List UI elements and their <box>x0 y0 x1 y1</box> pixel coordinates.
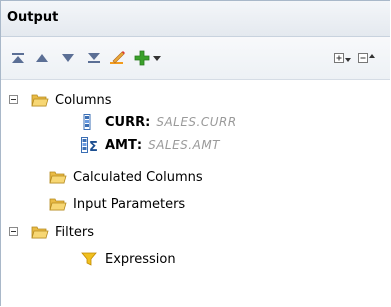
measure-column-icon: Σ <box>81 137 98 153</box>
tree-node-columns[interactable]: Columns <box>31 90 112 110</box>
plus-icon <box>134 50 150 66</box>
column-separator: : <box>145 114 151 130</box>
collapse-all-button[interactable] <box>357 50 377 66</box>
tree-node-column-curr[interactable]: CURR : SALES.CURR <box>83 112 237 132</box>
tree-node-column-amt[interactable]: Σ AMT : SALES.AMT <box>81 135 220 155</box>
tree-node-label: Calculated Columns <box>73 169 203 185</box>
add-button[interactable] <box>133 50 151 66</box>
tree-node-label: Filters <box>55 224 94 240</box>
column-source: SALES.AMT <box>148 138 220 152</box>
tree-node-label: Expression <box>105 251 176 267</box>
folder-open-icon <box>31 94 49 107</box>
collapse-all-icon <box>358 53 375 63</box>
column-name: AMT <box>105 137 137 153</box>
attribute-column-icon <box>83 114 91 130</box>
add-menu-button[interactable] <box>151 50 163 66</box>
output-panel: Output Columns CURR: SALES.CURR Σ AMT:… <box>0 0 390 306</box>
edit-button[interactable] <box>109 50 127 66</box>
output-tree: Columns CURR : SALES.CURR Σ AMT: SALES.… <box>1 80 390 306</box>
filter-funnel-icon <box>81 252 97 266</box>
svg-text:Σ: Σ <box>89 140 98 153</box>
folder-open-icon <box>49 171 67 184</box>
column-name: CURR <box>105 114 146 130</box>
columns-collapse-toggle[interactable] <box>9 95 18 104</box>
toolbar <box>1 37 390 80</box>
move-top-icon <box>12 53 24 63</box>
expand-all-icon <box>334 53 351 63</box>
expand-all-button[interactable] <box>333 50 353 66</box>
panel-header: Output <box>1 1 390 37</box>
tree-node-label: Input Parameters <box>73 196 186 212</box>
tree-node-input-parameters[interactable]: Input Parameters <box>49 194 185 214</box>
move-bottom-icon <box>88 53 100 63</box>
move-up-button[interactable] <box>33 50 51 66</box>
move-to-bottom-button[interactable] <box>85 50 103 66</box>
move-to-top-button[interactable] <box>9 50 27 66</box>
filters-collapse-toggle[interactable] <box>9 227 18 236</box>
folder-open-icon <box>49 198 67 211</box>
column-separator: : <box>136 137 143 153</box>
column-source: SALES.CURR <box>156 115 237 129</box>
panel-title: Output <box>7 10 59 25</box>
pencil-icon <box>110 51 125 64</box>
tree-node-calculated-columns[interactable]: Calculated Columns <box>49 167 203 187</box>
arrow-down-icon <box>62 54 74 62</box>
arrow-up-icon <box>36 54 48 62</box>
dropdown-arrow-icon <box>153 55 161 61</box>
move-down-button[interactable] <box>59 50 77 66</box>
tree-node-expression[interactable]: Expression <box>81 249 176 269</box>
tree-node-filters[interactable]: Filters <box>31 222 94 242</box>
tree-node-label: Columns <box>55 92 112 108</box>
folder-open-icon <box>31 226 49 239</box>
